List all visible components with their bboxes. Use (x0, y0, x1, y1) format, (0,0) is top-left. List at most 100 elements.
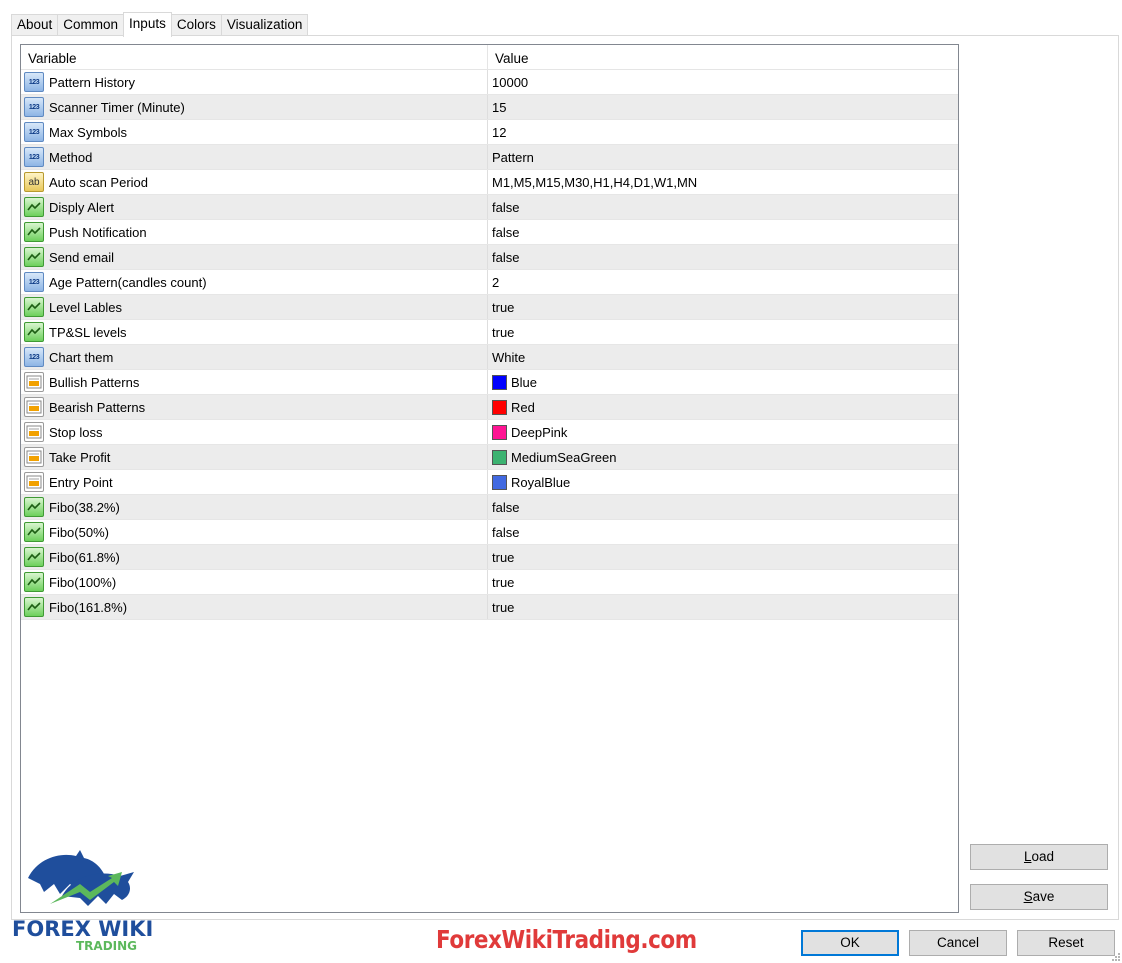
table-row[interactable]: Fibo(61.8%) true (21, 545, 958, 570)
load-button[interactable]: Load (970, 844, 1108, 870)
forexwiki-logo: FOREX WIKI TRADING (12, 850, 153, 953)
table-row[interactable]: 123 Chart them White (21, 345, 958, 370)
value-cell[interactable]: false (488, 520, 958, 544)
column-header-variable[interactable]: Variable (21, 45, 488, 69)
color-type-icon (24, 447, 44, 467)
table-row[interactable]: Stop loss DeepPink (21, 420, 958, 445)
value-cell[interactable]: RoyalBlue (488, 470, 958, 494)
value-cell[interactable]: false (488, 195, 958, 219)
table-row[interactable]: Fibo(50%) false (21, 520, 958, 545)
variable-cell: 123 Method (21, 145, 488, 169)
column-header-value[interactable]: Value (488, 45, 958, 69)
table-row[interactable]: Fibo(38.2%) false (21, 495, 958, 520)
resize-grip-icon[interactable] (1112, 953, 1120, 961)
tab-about[interactable]: About (11, 14, 59, 36)
value-cell[interactable]: 12 (488, 120, 958, 144)
tab-visualization[interactable]: Visualization (220, 14, 309, 36)
table-row[interactable]: TP&SL levels true (21, 320, 958, 345)
value-cell[interactable]: Pattern (488, 145, 958, 169)
tab-common[interactable]: Common (57, 14, 125, 36)
variable-label: Fibo(61.8%) (49, 549, 120, 565)
bool-type-icon (24, 297, 44, 317)
table-row[interactable]: Fibo(100%) true (21, 570, 958, 595)
variable-cell: Bullish Patterns (21, 370, 488, 394)
variable-cell: Stop loss (21, 420, 488, 444)
table-row[interactable]: Bearish Patterns Red (21, 395, 958, 420)
value-cell[interactable]: false (488, 220, 958, 244)
value-cell[interactable]: Red (488, 395, 958, 419)
value-cell[interactable]: MediumSeaGreen (488, 445, 958, 469)
value-cell[interactable]: White (488, 345, 958, 369)
color-swatch (492, 424, 507, 440)
value-text: 10000 (492, 74, 529, 90)
table-row[interactable]: 123 Pattern History 10000 (21, 70, 958, 95)
ok-button[interactable]: OK (801, 930, 899, 956)
tab-inputs[interactable]: Inputs (123, 12, 172, 37)
tab-bar: About Common Inputs Colors Visualization (11, 12, 309, 37)
bool-type-icon (24, 572, 44, 592)
value-text: Blue (511, 374, 538, 390)
number-type-icon: 123 (24, 72, 44, 92)
table-row[interactable]: Entry Point RoyalBlue (21, 470, 958, 495)
value-cell[interactable]: Blue (488, 370, 958, 394)
table-row[interactable]: 123 Method Pattern (21, 145, 958, 170)
variable-cell: Bearish Patterns (21, 395, 488, 419)
table-row[interactable]: Fibo(161.8%) true (21, 595, 958, 620)
inputs-dialog: About Common Inputs Colors Visualization… (0, 0, 1122, 963)
variable-label: Push Notification (49, 224, 147, 240)
table-row[interactable]: Push Notification false (21, 220, 958, 245)
variable-label: TP&SL levels (49, 324, 127, 340)
table-row[interactable]: Disply Alert false (21, 195, 958, 220)
value-cell[interactable]: true (488, 595, 958, 619)
variable-cell: Fibo(38.2%) (21, 495, 488, 519)
value-text: RoyalBlue (511, 474, 571, 490)
value-cell[interactable]: true (488, 295, 958, 319)
variable-label: Send email (49, 249, 115, 265)
value-text: 12 (492, 124, 507, 140)
value-text: true (492, 299, 515, 315)
color-type-icon (24, 422, 44, 442)
reset-button[interactable]: Reset (1017, 930, 1115, 956)
variable-label: Chart them (49, 349, 114, 365)
value-cell[interactable]: DeepPink (488, 420, 958, 444)
value-cell[interactable]: true (488, 545, 958, 569)
table-row[interactable]: 123 Scanner Timer (Minute) 15 (21, 95, 958, 120)
tab-colors[interactable]: Colors (170, 14, 222, 36)
value-text: false (492, 499, 520, 515)
table-row[interactable]: Send email false (21, 245, 958, 270)
variable-cell: Level Lables (21, 295, 488, 319)
table-row[interactable]: Bullish Patterns Blue (21, 370, 958, 395)
variable-label: Level Lables (49, 299, 122, 315)
variable-label: Scanner Timer (Minute) (49, 99, 185, 115)
value-cell[interactable]: true (488, 570, 958, 594)
value-cell[interactable]: 2 (488, 270, 958, 294)
variable-cell: 123 Scanner Timer (Minute) (21, 95, 488, 119)
table-header: Variable Value (21, 45, 958, 70)
value-cell[interactable]: 15 (488, 95, 958, 119)
table-row[interactable]: ab Auto scan Period M1,M5,M15,M30,H1,H4,D1… (21, 170, 958, 195)
save-button[interactable]: Save (970, 884, 1108, 910)
table-row[interactable]: Level Lables true (21, 295, 958, 320)
color-swatch (492, 474, 507, 490)
variable-label: Disply Alert (49, 199, 115, 215)
variable-label: Stop loss (49, 424, 103, 440)
cancel-button[interactable]: Cancel (909, 930, 1007, 956)
value-text: false (492, 224, 520, 240)
value-cell[interactable]: false (488, 495, 958, 519)
variable-label: Entry Point (49, 474, 113, 490)
table-row[interactable]: Take Profit MediumSeaGreen (21, 445, 958, 470)
value-cell[interactable]: M1,M5,M15,M30,H1,H4,D1,W1,MN (488, 170, 958, 194)
value-cell[interactable]: false (488, 245, 958, 269)
table-row[interactable]: 123 Max Symbols 12 (21, 120, 958, 145)
value-text: true (492, 324, 515, 340)
variable-cell: Disply Alert (21, 195, 488, 219)
color-swatch (492, 399, 507, 415)
variable-label: Age Pattern(candles count) (49, 274, 207, 290)
inputs-table[interactable]: Variable Value 123 Pattern History 10000 12… (20, 44, 959, 913)
variable-cell: Fibo(100%) (21, 570, 488, 594)
value-cell[interactable]: true (488, 320, 958, 344)
table-row[interactable]: 123 Age Pattern(candles count) 2 (21, 270, 958, 295)
number-type-icon: 123 (24, 347, 44, 367)
value-text: M1,M5,M15,M30,H1,H4,D1,W1,MN (492, 174, 698, 190)
value-cell[interactable]: 10000 (488, 70, 958, 94)
